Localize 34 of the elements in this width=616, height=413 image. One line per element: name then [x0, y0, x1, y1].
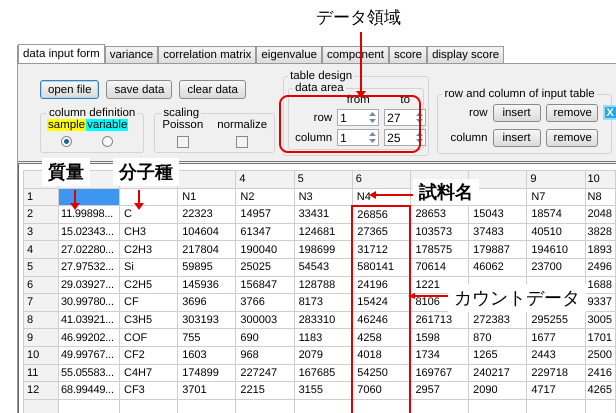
group-title: row and column of input table [443, 88, 596, 100]
column-header: 10 [585, 170, 615, 188]
row-label: column [295, 132, 332, 144]
option-label: sample [47, 119, 86, 131]
row-header: 2 [24, 206, 58, 224]
row-header: 7 [24, 294, 58, 312]
option-label: variable [86, 119, 128, 131]
row-header: 11 [24, 364, 58, 382]
row-header: 10 [24, 346, 58, 364]
annotation-label: 試料名 [413, 179, 479, 205]
row-label: column [450, 132, 488, 144]
column-header: 4 [236, 170, 294, 188]
column-header: 6 [352, 170, 410, 188]
annotation-label: 分子種 [113, 158, 179, 186]
row-header: 4 [24, 240, 58, 258]
column-header: 5 [294, 170, 352, 188]
row-header: 3 [24, 223, 58, 241]
column-header: 9 [526, 170, 585, 188]
group-title: column definition [48, 107, 136, 119]
row-header: 1 [24, 188, 58, 206]
row-label: row [468, 106, 488, 119]
row-header: 9 [24, 328, 58, 346]
row-header: 5 [24, 258, 58, 276]
annotation-label: 質量 [42, 158, 90, 186]
row-label: row [312, 112, 332, 124]
option-label: Poisson [161, 119, 204, 131]
row-header: 12 [24, 382, 58, 400]
group-title: table design [289, 70, 354, 82]
annotation-tooltip: カウントデータ [448, 284, 586, 312]
option-label: normalize [216, 119, 268, 131]
group-title: data area [294, 82, 345, 94]
row-header: 8 [24, 311, 58, 329]
row-header: 6 [24, 276, 58, 294]
group-title: scaling [162, 107, 200, 119]
